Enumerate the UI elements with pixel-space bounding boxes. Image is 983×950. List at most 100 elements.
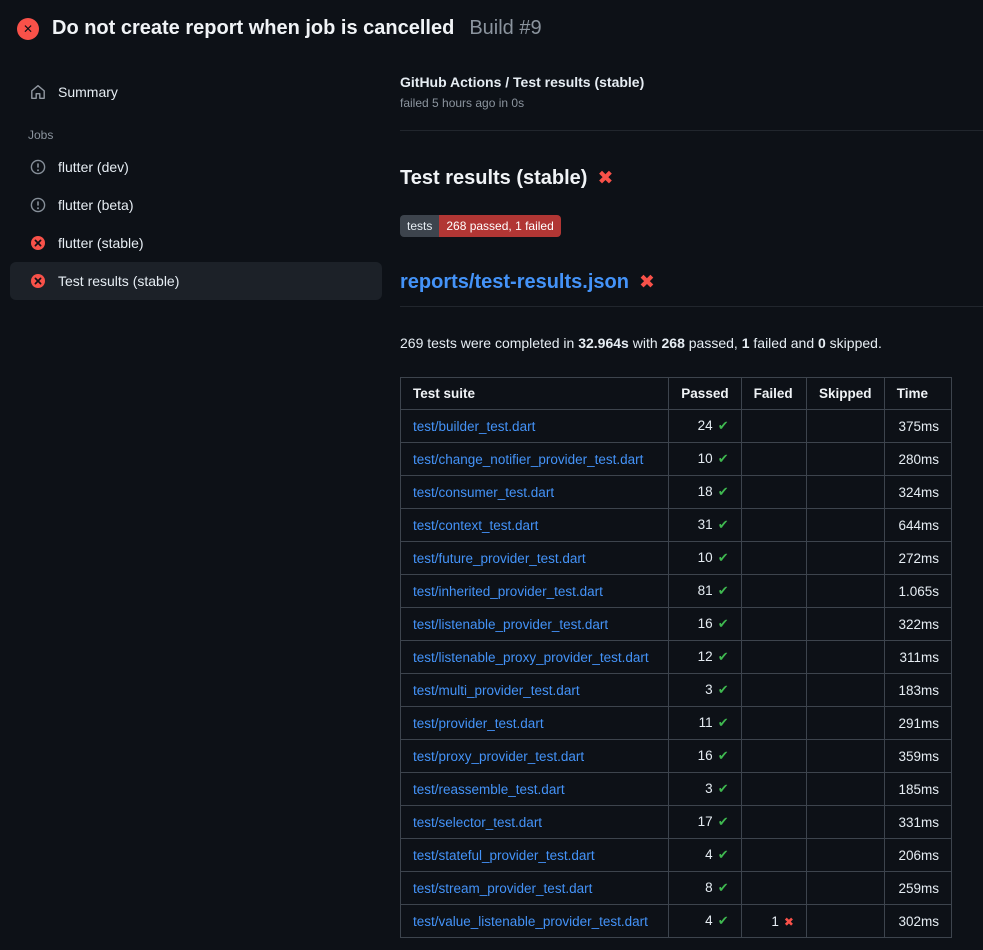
passed-cell: 10✔ [669,443,741,476]
suite-cell: test/stateful_provider_test.dart [401,839,669,872]
build-number: Build #9 [469,17,541,40]
section-title: Test results (stable) [400,167,587,190]
summary-duration: 32.964s [578,335,629,351]
failed-cell [741,872,806,905]
skipped-cell [806,905,884,938]
run-header: ✕ Do not create report when job is cance… [0,0,983,50]
main-content: GitHub Actions / Test results (stable) f… [400,50,983,938]
col-header-skipped: Skipped [806,378,884,410]
suite-cell: test/context_test.dart [401,509,669,542]
time-cell: 322ms [884,608,951,641]
results-summary: 269 tests were completed in 32.964s with… [400,335,983,351]
suite-cell: test/provider_test.dart [401,707,669,740]
sidebar-summary-label: Summary [58,84,118,100]
test-suite-link[interactable]: test/builder_test.dart [413,419,535,434]
test-suite-link[interactable]: test/change_notifier_provider_test.dart [413,452,643,467]
sidebar-item-label: flutter (dev) [58,159,129,175]
passed-cell: 17✔ [669,806,741,839]
suite-cell: test/multi_provider_test.dart [401,674,669,707]
failed-cell [741,575,806,608]
table-row: test/consumer_test.dart18✔324ms [401,476,952,509]
test-suite-link[interactable]: test/listenable_proxy_provider_test.dart [413,650,649,665]
table-row: test/proxy_provider_test.dart16✔359ms [401,740,952,773]
x-circle-fill-icon [30,235,46,251]
tests-status-badge: tests 268 passed, 1 failed [400,215,561,237]
check-icon: ✔ [718,847,729,862]
page-title: Do not create report when job is cancell… [52,17,454,40]
suite-cell: test/proxy_provider_test.dart [401,740,669,773]
test-suite-link[interactable]: test/proxy_provider_test.dart [413,749,584,764]
failed-cell [741,839,806,872]
time-cell: 280ms [884,443,951,476]
sidebar-item-summary[interactable]: Summary [10,74,382,110]
passed-cell: 16✔ [669,608,741,641]
table-row: test/future_provider_test.dart10✔272ms [401,542,952,575]
skipped-cell [806,542,884,575]
skipped-cell [806,476,884,509]
fail-x-icon: ✖ [639,273,655,292]
summary-text: passed, [685,335,742,351]
suite-cell: test/reassemble_test.dart [401,773,669,806]
failed-cell [741,608,806,641]
time-cell: 183ms [884,674,951,707]
check-icon: ✔ [718,781,729,796]
skipped-cell [806,674,884,707]
time-cell: 185ms [884,773,951,806]
failed-cell [741,806,806,839]
passed-cell: 4✔ [669,905,741,938]
passed-cell: 31✔ [669,509,741,542]
sidebar-item-flutter-dev[interactable]: flutter (dev) [10,148,382,186]
alert-circle-icon [30,159,46,175]
run-status-text: failed 5 hours ago in 0s [400,96,983,110]
test-suite-link[interactable]: test/context_test.dart [413,518,538,533]
time-cell: 375ms [884,410,951,443]
check-icon: ✔ [718,484,729,499]
x-icon: ✖ [784,915,794,929]
passed-cell: 12✔ [669,641,741,674]
failed-cell [741,476,806,509]
summary-skipped-count: 0 [818,335,826,351]
skipped-cell [806,872,884,905]
test-suite-link[interactable]: test/future_provider_test.dart [413,551,586,566]
table-header-row: Test suite Passed Failed Skipped Time [401,378,952,410]
check-icon: ✔ [718,715,729,730]
col-header-time: Time [884,378,951,410]
time-cell: 331ms [884,806,951,839]
skipped-cell [806,608,884,641]
time-cell: 206ms [884,839,951,872]
test-suite-link[interactable]: test/inherited_provider_test.dart [413,584,603,599]
report-file-link[interactable]: reports/test-results.json [400,271,629,294]
sidebar-item-flutter-beta[interactable]: flutter (beta) [10,186,382,224]
test-suite-link[interactable]: test/listenable_provider_test.dart [413,617,608,632]
failed-cell [741,443,806,476]
check-icon: ✔ [718,583,729,598]
test-suite-link[interactable]: test/reassemble_test.dart [413,782,565,797]
table-row: test/reassemble_test.dart3✔185ms [401,773,952,806]
test-table-body: test/builder_test.dart24✔375mstest/chang… [401,410,952,938]
failed-cell [741,641,806,674]
sidebar-item-test-results-stable[interactable]: Test results (stable) [10,262,382,300]
summary-text: skipped. [826,335,882,351]
x-circle-fill-icon: ✕ [17,18,39,40]
passed-cell: 18✔ [669,476,741,509]
test-suite-link[interactable]: test/multi_provider_test.dart [413,683,580,698]
fail-x-icon: ✖ [597,169,613,188]
table-row: test/provider_test.dart11✔291ms [401,707,952,740]
col-header-passed: Passed [669,378,741,410]
sidebar-item-flutter-stable[interactable]: flutter (stable) [10,224,382,262]
table-row: test/value_listenable_provider_test.dart… [401,905,952,938]
test-suite-link[interactable]: test/stream_provider_test.dart [413,881,592,896]
passed-cell: 81✔ [669,575,741,608]
check-icon: ✔ [718,517,729,532]
failed-cell [741,707,806,740]
jobs-heading: Jobs [28,128,382,142]
failed-cell: 1✖ [741,905,806,938]
test-suite-link[interactable]: test/provider_test.dart [413,716,544,731]
test-suite-link[interactable]: test/selector_test.dart [413,815,542,830]
breadcrumb: GitHub Actions / Test results (stable) [400,74,983,90]
skipped-cell [806,839,884,872]
test-suite-link[interactable]: test/stateful_provider_test.dart [413,848,595,863]
test-suite-link[interactable]: test/value_listenable_provider_test.dart [413,914,648,929]
summary-failed-count: 1 [742,335,750,351]
test-suite-link[interactable]: test/consumer_test.dart [413,485,554,500]
